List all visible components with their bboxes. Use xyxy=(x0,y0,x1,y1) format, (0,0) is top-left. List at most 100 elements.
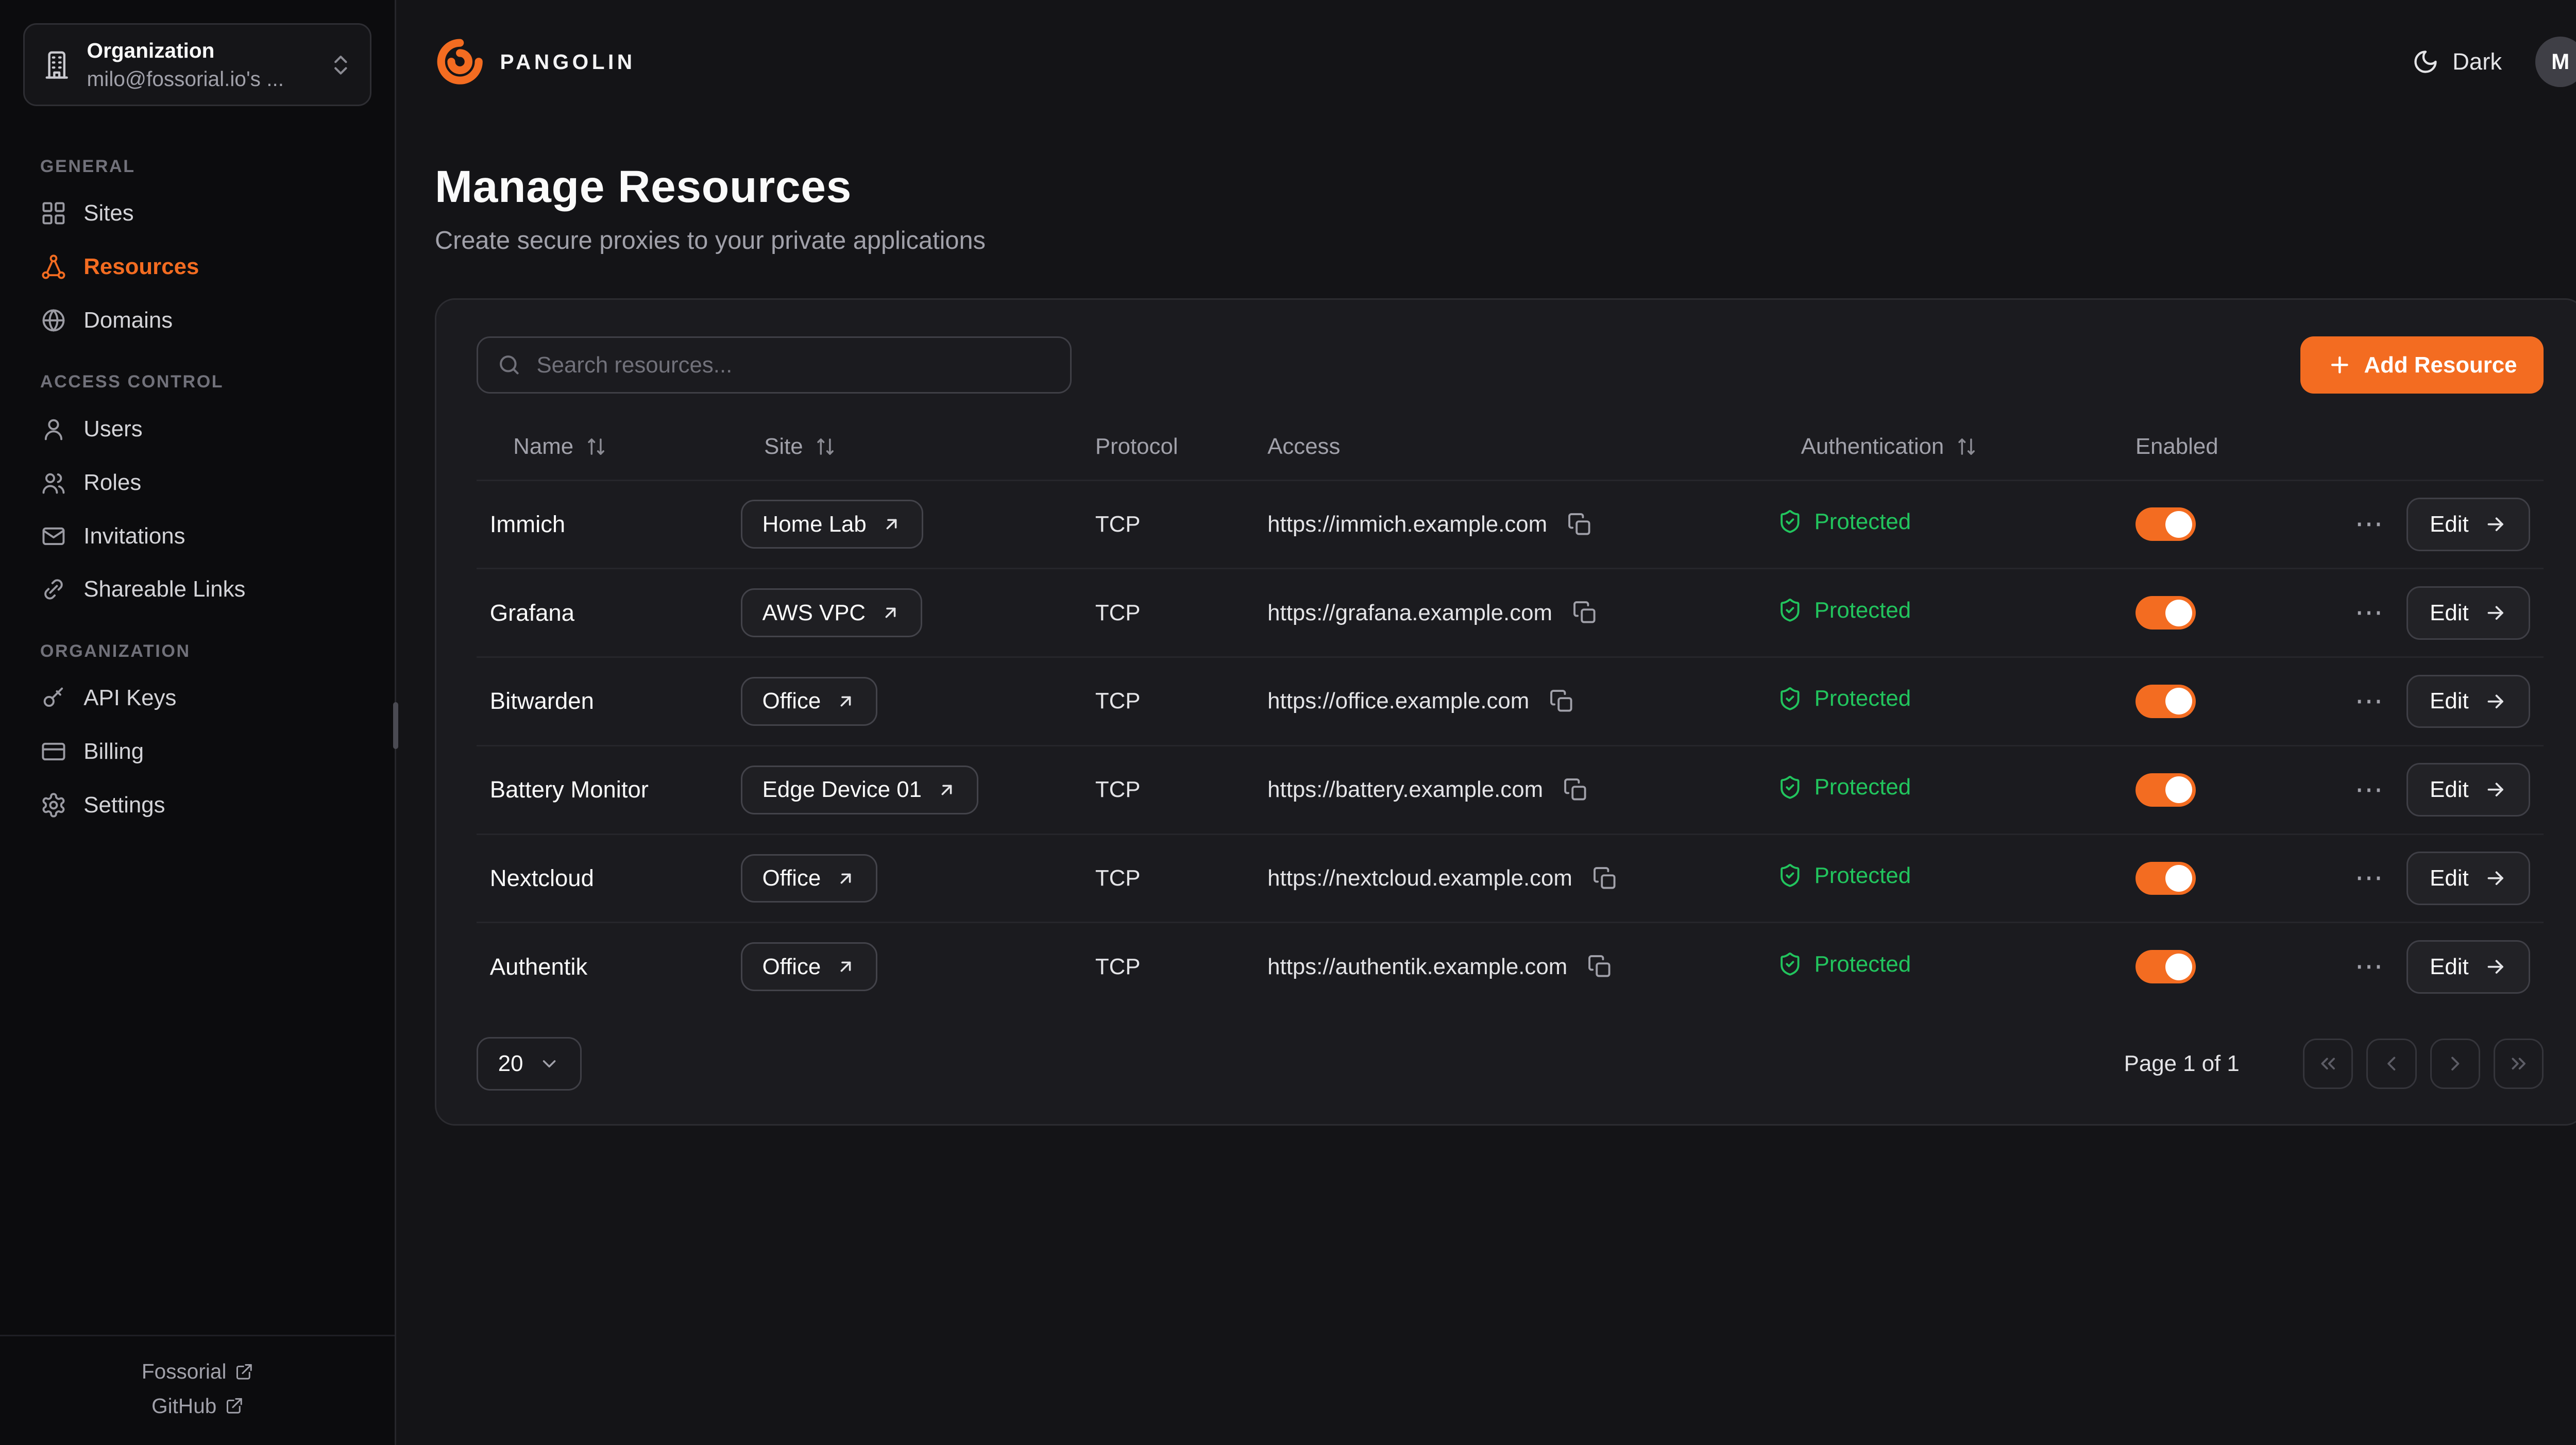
copy-url-button[interactable] xyxy=(1584,951,1616,983)
shield-check-icon xyxy=(1777,686,1803,711)
sidebar-item-settings[interactable]: Settings xyxy=(23,780,371,830)
sort-by-name-button[interactable]: Name xyxy=(513,434,607,460)
sidebar-item-roles[interactable]: Roles xyxy=(23,457,371,507)
sort-icon xyxy=(585,436,607,457)
edit-button[interactable]: Edit xyxy=(2406,763,2531,817)
waypoints-icon xyxy=(40,253,67,280)
table-row: Grafana AWS VPC TCP https://grafana.exam… xyxy=(477,569,2544,657)
user-icon xyxy=(40,416,67,443)
site-link-button[interactable]: Office xyxy=(741,854,878,903)
resources-table: Name Site Protocol Access xyxy=(477,414,2544,1010)
sidebar-item-resources[interactable]: Resources xyxy=(23,242,371,292)
row-menu-button[interactable]: ⋯ xyxy=(2354,776,2383,804)
site-link-button[interactable]: Edge Device 01 xyxy=(741,766,978,814)
sort-icon xyxy=(1956,436,1977,457)
copy-url-button[interactable] xyxy=(1564,508,1596,540)
copy-icon xyxy=(1592,866,1618,891)
sidebar-item-label: Invitations xyxy=(83,523,185,549)
row-menu-button[interactable]: ⋯ xyxy=(2354,687,2383,716)
auth-status-badge: Protected xyxy=(1777,509,1911,535)
sidebar-item-sites[interactable]: Sites xyxy=(23,188,371,238)
org-title: Organization xyxy=(87,37,313,65)
arrow-right-icon xyxy=(2484,866,2507,890)
enabled-toggle[interactable] xyxy=(2136,507,2196,541)
previous-page-button[interactable] xyxy=(2366,1039,2416,1089)
row-menu-button[interactable]: ⋯ xyxy=(2354,864,2383,892)
enabled-toggle[interactable] xyxy=(2136,862,2196,895)
topbar: PANGOLIN Dark M xyxy=(435,0,2576,124)
footer-link-github[interactable]: GitHub xyxy=(151,1394,243,1418)
enabled-toggle[interactable] xyxy=(2136,773,2196,807)
resource-name: Grafana xyxy=(490,600,574,626)
row-menu-button[interactable]: ⋯ xyxy=(2354,953,2383,981)
users-icon xyxy=(40,469,67,496)
section-label-access-control: ACCESS CONTROL xyxy=(23,372,371,392)
org-selector[interactable]: Organization milo@fossorial.io's ... xyxy=(23,23,371,106)
first-page-button[interactable] xyxy=(2303,1039,2353,1089)
enabled-toggle[interactable] xyxy=(2136,596,2196,630)
resources-card: Add Resource Name xyxy=(435,298,2576,1126)
protocol-value: TCP xyxy=(1095,954,1141,979)
column-header-access: Access xyxy=(1254,414,1764,480)
site-link-button[interactable]: AWS VPC xyxy=(741,588,922,637)
page-size-select[interactable]: 20 xyxy=(477,1037,582,1091)
resource-table-body: Immich Home Lab TCP https://immich.examp… xyxy=(477,480,2544,1010)
enabled-toggle[interactable] xyxy=(2136,685,2196,718)
resource-name: Authentik xyxy=(490,954,587,980)
edit-button[interactable]: Edit xyxy=(2406,586,2531,640)
sidebar-item-invitations[interactable]: Invitations xyxy=(23,511,371,561)
resource-name: Immich xyxy=(490,511,565,537)
copy-url-button[interactable] xyxy=(1589,862,1621,894)
site-link-button[interactable]: Office xyxy=(741,942,878,991)
brand-name: PANGOLIN xyxy=(500,50,636,74)
theme-label: Dark xyxy=(2452,48,2502,75)
protocol-value: TCP xyxy=(1095,777,1141,802)
sidebar-item-api-keys[interactable]: API Keys xyxy=(23,673,371,723)
copy-url-button[interactable] xyxy=(1560,774,1592,806)
table-row: Immich Home Lab TCP https://immich.examp… xyxy=(477,480,2544,569)
theme-toggle-button[interactable]: Dark xyxy=(2412,48,2502,75)
edit-button[interactable]: Edit xyxy=(2406,852,2531,905)
chevrons-up-down-icon xyxy=(328,53,353,78)
access-url: https://nextcloud.example.com xyxy=(1267,865,1572,891)
sidebar-item-users[interactable]: Users xyxy=(23,404,371,454)
sidebar-item-billing[interactable]: Billing xyxy=(23,727,371,777)
access-url: https://grafana.example.com xyxy=(1267,600,1552,626)
sort-by-authentication-button[interactable]: Authentication xyxy=(1801,434,1978,460)
chevron-down-icon xyxy=(538,1053,560,1075)
last-page-button[interactable] xyxy=(2494,1039,2544,1089)
shield-check-icon xyxy=(1777,509,1803,534)
add-resource-button[interactable]: Add Resource xyxy=(2300,336,2544,393)
sidebar-item-label: Shareable Links xyxy=(83,576,245,602)
footer-link-fossorial[interactable]: Fossorial xyxy=(142,1359,253,1384)
search-box xyxy=(477,336,1072,393)
enabled-toggle[interactable] xyxy=(2136,950,2196,983)
user-avatar[interactable]: M xyxy=(2535,37,2576,87)
edit-button[interactable]: Edit xyxy=(2406,675,2531,728)
sort-by-site-button[interactable]: Site xyxy=(764,434,836,460)
protocol-value: TCP xyxy=(1095,512,1141,537)
site-link-button[interactable]: Home Lab xyxy=(741,500,923,549)
edit-button[interactable]: Edit xyxy=(2406,498,2531,551)
copy-url-button[interactable] xyxy=(1546,686,1578,718)
shield-check-icon xyxy=(1777,951,1803,977)
auth-status-badge: Protected xyxy=(1777,598,1911,623)
building-icon xyxy=(42,50,72,80)
search-input[interactable] xyxy=(536,352,1052,378)
column-header-site: Site xyxy=(727,414,1082,480)
site-link-button[interactable]: Office xyxy=(741,677,878,726)
edit-button[interactable]: Edit xyxy=(2406,940,2531,994)
next-page-button[interactable] xyxy=(2430,1039,2480,1089)
sidebar-scrollbar-thumb[interactable] xyxy=(393,702,398,749)
table-row: Nextcloud Office TCP https://nextcloud.e… xyxy=(477,834,2544,923)
row-menu-button[interactable]: ⋯ xyxy=(2354,510,2383,538)
resource-name: Battery Monitor xyxy=(490,776,649,803)
sidebar-item-shareable-links[interactable]: Shareable Links xyxy=(23,565,371,615)
org-subtitle: milo@fossorial.io's ... xyxy=(87,65,313,93)
copy-url-button[interactable] xyxy=(1569,597,1601,629)
sidebar-footer: Fossorial GitHub xyxy=(0,1335,395,1445)
arrow-right-icon xyxy=(2484,601,2507,624)
arrow-up-right-icon xyxy=(882,514,902,534)
row-menu-button[interactable]: ⋯ xyxy=(2354,599,2383,627)
sidebar-item-domains[interactable]: Domains xyxy=(23,295,371,345)
